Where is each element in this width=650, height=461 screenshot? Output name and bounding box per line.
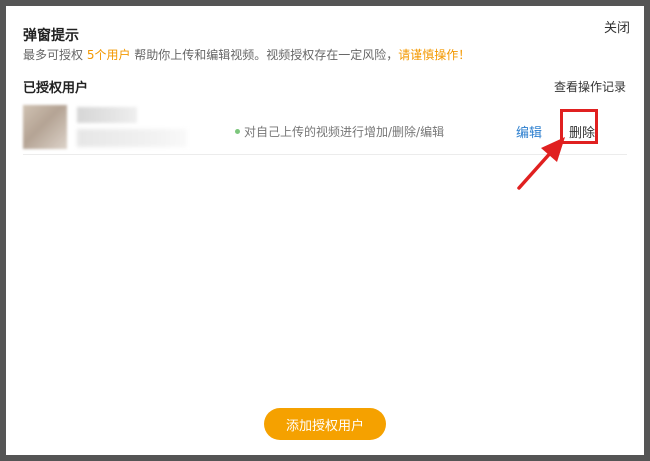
notice-part2: 帮助你上传和编辑视频。视频授权存在一定风险， xyxy=(130,48,399,62)
modal-overlay: 关闭 弹窗提示 最多可授权 5个用户 帮助你上传和编辑视频。视频授权存在一定风险… xyxy=(0,0,650,461)
delete-user-button[interactable]: 删除 xyxy=(566,121,598,142)
view-log-link[interactable]: 查看操作记录 xyxy=(554,78,626,95)
status-dot-icon xyxy=(235,129,240,134)
warning-text: 请谨慎操作！ xyxy=(398,48,471,62)
authorization-dialog: 关闭 弹窗提示 最多可授权 5个用户 帮助你上传和编辑视频。视频授权存在一定风险… xyxy=(6,6,644,455)
avatar xyxy=(23,105,67,149)
authorized-users-title: 已授权用户 xyxy=(23,81,89,96)
close-button[interactable]: 关闭 xyxy=(604,17,630,36)
user-limit: 5个用户 xyxy=(86,48,131,62)
notice-part1: 最多可授权 xyxy=(23,48,87,62)
permission-description: 对自己上传的视频进行增加/删除/编辑 xyxy=(235,123,444,140)
user-name-blurred xyxy=(77,107,137,123)
authorized-user-row: 对自己上传的视频进行增加/删除/编辑 编辑 删除 xyxy=(23,99,627,155)
add-authorized-user-button[interactable]: 添加授权用户 xyxy=(264,408,386,440)
user-id-blurred xyxy=(77,129,187,147)
permission-text: 对自己上传的视频进行增加/删除/编辑 xyxy=(244,125,445,139)
notice-text: 最多可授权 5个用户 帮助你上传和编辑视频。视频授权存在一定风险，请谨慎操作！ xyxy=(23,46,470,63)
dialog-title: 弹窗提示 xyxy=(23,28,79,44)
edit-user-button[interactable]: 编辑 xyxy=(516,122,542,141)
